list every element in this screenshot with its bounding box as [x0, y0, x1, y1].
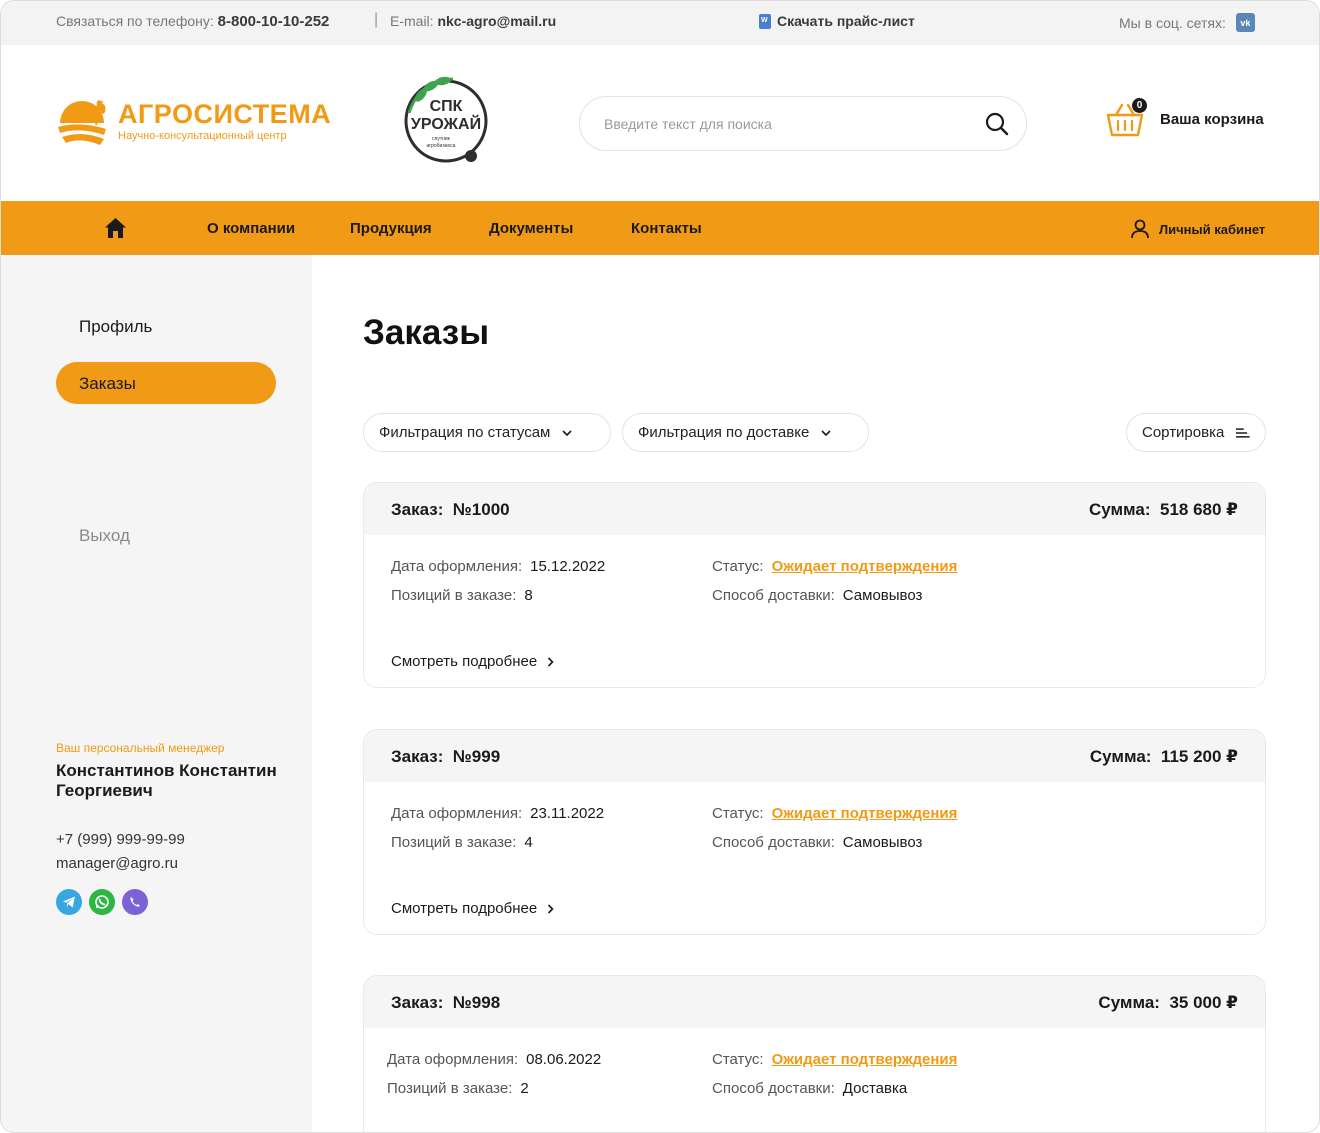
- partner-line4: агробизнеса: [427, 143, 456, 149]
- partner-line1: СПК: [430, 98, 463, 115]
- manager-name: Константинов Константин Георгиевич: [56, 761, 277, 800]
- status-link[interactable]: Ожидает подтверждения: [772, 1051, 958, 1068]
- header: АГРОСИСТЕМА Научно-консультационный цент…: [1, 45, 1319, 201]
- email-label: E-mail:: [390, 13, 434, 29]
- sidebar: Профиль Заказы Выход Ваш персональный ме…: [1, 255, 312, 1132]
- order-date: Дата оформления: 08.06.2022: [387, 1051, 602, 1068]
- page-frame: Связаться по телефону: 8-800-10-10-252 |…: [0, 0, 1320, 1133]
- status-link[interactable]: Ожидает подтверждения: [772, 558, 958, 575]
- order-number: Заказ: №1000: [391, 500, 510, 519]
- order-positions: Позиций в заказе: 2: [387, 1080, 529, 1097]
- sort-icon: [1236, 427, 1250, 438]
- order-card: Заказ: №998 Сумма: 35 000 ₽ Дата оформле…: [363, 975, 1266, 1132]
- price-list-label: Скачать прайс-лист: [777, 13, 915, 29]
- search-input[interactable]: [604, 113, 964, 135]
- filter-delivery-label: Фильтрация по доставке: [638, 424, 810, 441]
- nav-item-about[interactable]: О компании: [207, 220, 295, 237]
- order-status: Статус: Ожидает подтверждения: [712, 805, 958, 822]
- social-links: Мы в соц. сетях: vk: [1119, 13, 1255, 32]
- phone-label: Связаться по телефону:: [56, 13, 214, 29]
- chevron-right-icon: [548, 656, 554, 667]
- document-icon: [759, 13, 771, 29]
- search-icon[interactable]: [984, 111, 1010, 137]
- order-status: Статус: Ожидает подтверждения: [712, 1051, 958, 1068]
- contact-phone: Связаться по телефону: 8-800-10-10-252: [56, 13, 329, 30]
- nav-item-products[interactable]: Продукция: [350, 220, 432, 237]
- filter-status-dropdown[interactable]: Фильтрация по статусам: [363, 413, 611, 452]
- order-card-header: Заказ: №1000 Сумма: 518 680 ₽: [364, 483, 1265, 535]
- divider: |: [374, 11, 379, 28]
- main-nav: О компании Продукция Документы Контакты …: [1, 201, 1319, 255]
- manager-phone[interactable]: +7 (999) 999-99-99: [56, 831, 185, 848]
- nav-item-documents[interactable]: Документы: [489, 220, 573, 237]
- order-number: Заказ: №998: [391, 993, 501, 1012]
- sort-button[interactable]: Сортировка: [1126, 413, 1266, 452]
- top-bar: Связаться по телефону: 8-800-10-10-252 |…: [1, 1, 1319, 45]
- logo-subtitle: Научно-консультационный центр: [118, 130, 287, 142]
- sidebar-item-exit[interactable]: Выход: [79, 526, 130, 546]
- user-icon: [1131, 219, 1149, 239]
- order-number: Заказ: №999: [391, 747, 501, 766]
- order-positions: Позиций в заказе: 4: [391, 834, 533, 851]
- sidebar-item-profile[interactable]: Профиль: [79, 317, 152, 337]
- partner-logo[interactable]: СПК УРОЖАЙ спутник агробизнеса: [401, 73, 491, 165]
- order-date: Дата оформления: 15.12.2022: [391, 558, 606, 575]
- cart-link[interactable]: 0 Ваша корзина: [1106, 98, 1264, 137]
- order-delivery: Способ доставки: Самовывоз: [712, 834, 923, 851]
- order-card-header: Заказ: №998 Сумма: 35 000 ₽: [364, 976, 1265, 1028]
- partner-line2: УРОЖАЙ: [411, 114, 481, 133]
- filter-delivery-dropdown[interactable]: Фильтрация по доставке: [622, 413, 869, 452]
- sidebar-item-orders[interactable]: Заказы: [56, 362, 276, 404]
- vk-icon[interactable]: vk: [1235, 13, 1255, 32]
- telegram-icon[interactable]: [56, 889, 82, 915]
- home-icon[interactable]: [104, 217, 127, 239]
- chevron-down-icon: [562, 429, 572, 436]
- order-status: Статус: Ожидает подтверждения: [712, 558, 958, 575]
- price-list-link[interactable]: Скачать прайс-лист: [759, 13, 915, 29]
- phone-link[interactable]: 8-800-10-10-252: [218, 13, 330, 30]
- order-sum: Сумма: 35 000 ₽: [1098, 993, 1238, 1012]
- manager-label: Ваш персональный менеджер: [56, 741, 225, 755]
- view-details-link[interactable]: Смотреть подробнее: [391, 900, 554, 917]
- basket-icon: 0: [1106, 98, 1147, 137]
- order-positions: Позиций в заказе: 8: [391, 587, 533, 604]
- account-label: Личный кабинет: [1159, 221, 1266, 237]
- site-logo[interactable]: АГРОСИСТЕМА Научно-консультационный цент…: [56, 97, 331, 147]
- sort-label: Сортировка: [1142, 424, 1225, 441]
- order-card: Заказ: №1000 Сумма: 518 680 ₽ Дата оформ…: [363, 482, 1266, 688]
- partner-line3: спутник: [432, 136, 451, 142]
- order-card: Заказ: №999 Сумма: 115 200 ₽ Дата оформл…: [363, 729, 1266, 935]
- cart-count-badge: 0: [1132, 98, 1147, 113]
- whatsapp-icon[interactable]: [89, 889, 115, 915]
- order-date: Дата оформления: 23.11.2022: [391, 805, 605, 822]
- filter-status-label: Фильтрация по статусам: [379, 424, 551, 441]
- sun-field-icon: [58, 100, 106, 145]
- page-title: Заказы: [363, 313, 490, 352]
- order-sum: Сумма: 115 200 ₽: [1089, 747, 1238, 766]
- order-card-header: Заказ: №999 Сумма: 115 200 ₽: [364, 730, 1265, 782]
- account-link[interactable]: Личный кабинет: [1130, 219, 1265, 239]
- chevron-right-icon: [548, 903, 554, 914]
- view-details-link[interactable]: Смотреть подробнее: [391, 653, 554, 670]
- order-delivery: Способ доставки: Доставка: [712, 1080, 908, 1097]
- manager-email[interactable]: manager@agro.ru: [56, 855, 178, 872]
- chevron-down-icon: [821, 429, 831, 436]
- email-link[interactable]: nkc-agro@mail.ru: [437, 13, 556, 29]
- manager-messengers: [56, 889, 148, 915]
- social-label: Мы в соц. сетях:: [1119, 14, 1226, 31]
- order-delivery: Способ доставки: Самовывоз: [712, 587, 923, 604]
- order-sum: Сумма: 518 680 ₽: [1088, 500, 1238, 519]
- search-box: [579, 96, 1027, 151]
- nav-item-contacts[interactable]: Контакты: [631, 220, 702, 237]
- viber-icon[interactable]: [122, 889, 148, 915]
- logo-name: АГРОСИСТЕМА: [118, 99, 332, 129]
- contact-email: E-mail: nkc-agro@mail.ru: [390, 13, 556, 29]
- status-link[interactable]: Ожидает подтверждения: [772, 805, 958, 822]
- cart-label: Ваша корзина: [1160, 110, 1264, 128]
